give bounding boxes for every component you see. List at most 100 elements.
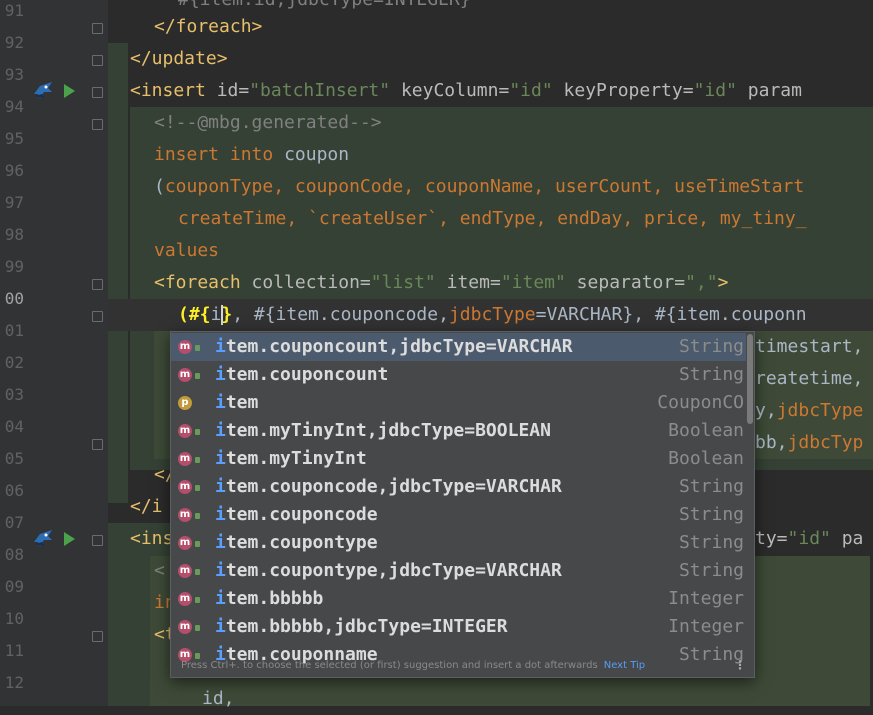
code-line[interactable]: y,jdbcType: [755, 395, 873, 427]
method-icon: m: [178, 508, 192, 522]
completion-label-rest: tem.myTinyInt,jdbcType=BOOLEAN: [225, 420, 551, 441]
completion-item[interactable]: m item.bbbbb Integer: [171, 585, 746, 613]
code-line[interactable]: </update>: [130, 43, 873, 75]
footer-hint: Press Ctrl+. to choose the selected (or …: [181, 660, 598, 671]
completion-item[interactable]: m item.bbbbb,jdbcType=INTEGER Integer: [171, 613, 746, 641]
line-number: 05: [4, 449, 24, 468]
method-icon: m: [178, 452, 192, 466]
completion-label-rest: tem.myTinyInt: [225, 448, 367, 469]
completion-item[interactable]: m item.couponcode,jdbcType=VARCHAR String: [171, 473, 746, 501]
code-line[interactable]: bb,jdbcTyp: [755, 427, 873, 459]
completion-match: i: [215, 560, 226, 581]
code-line[interactable]: <foreach collection="list" item="item" s…: [154, 267, 873, 299]
completion-item[interactable]: m item.coupontype String: [171, 529, 746, 557]
code-text: item=: [435, 272, 501, 293]
popup-scrollbar[interactable]: [747, 334, 753, 424]
completion-item[interactable]: m item.myTinyInt,jdbcType=BOOLEAN Boolean: [171, 417, 746, 445]
completion-match: i: [215, 392, 226, 413]
completion-label: item.bbbbb: [215, 585, 323, 613]
completion-item[interactable]: m item.coupontype,jdbcType=VARCHAR String: [171, 557, 746, 585]
code-line[interactable]: ty="id" pa: [755, 523, 873, 555]
code-line[interactable]: <ins: [130, 523, 173, 555]
block-highlight: [108, 43, 128, 503]
completion-item[interactable]: m item.myTinyInt Boolean: [171, 445, 746, 473]
popup-menu-icon[interactable]: ⋮: [734, 654, 746, 677]
code-line[interactable]: <: [154, 555, 170, 587]
code-text: jdbcType: [776, 400, 864, 421]
fold-marker[interactable]: [92, 535, 103, 546]
code-line[interactable]: values: [154, 235, 873, 267]
completion-label-rest: tem.bbbbb: [225, 588, 324, 609]
code-line[interactable]: (couponType, couponCode, couponName, use…: [154, 171, 873, 203]
mybatis-bird-icon[interactable]: [32, 80, 54, 102]
visibility-icon: [195, 541, 200, 547]
completion-item[interactable]: m item.couponcount String: [171, 361, 746, 389]
line-number: 10: [4, 609, 24, 628]
completion-item[interactable]: m item.couponcode String: [171, 501, 746, 529]
completion-label-rest: tem.couponcount,jdbcType=VARCHAR: [225, 336, 573, 357]
line-number: 97: [4, 193, 24, 212]
completion-match: i: [215, 448, 226, 469]
fold-marker[interactable]: [92, 631, 103, 642]
code-text: into: [229, 144, 274, 165]
line-number: 00: [4, 289, 24, 308]
code-text: , #{item.couponcode,: [232, 304, 449, 325]
completion-type: String: [678, 504, 744, 525]
completion-type: String: [678, 336, 744, 357]
completion-type: String: [678, 476, 744, 497]
completion-match: i: [215, 476, 226, 497]
visibility-icon: [195, 513, 200, 519]
code-text: bb,: [755, 432, 788, 453]
completion-type: Integer: [668, 616, 744, 637]
code-text: =VARCHAR}, #{item.couponn: [535, 304, 807, 325]
code-line[interactable]: in: [154, 587, 176, 619]
completion-type: String: [678, 532, 744, 553]
code-line[interactable]: id,: [202, 683, 302, 715]
line-number: 92: [4, 33, 24, 52]
completion-item[interactable]: m item.couponcount,jdbcType=VARCHAR String: [171, 333, 746, 361]
fold-marker[interactable]: [92, 311, 103, 322]
code-text: param: [736, 80, 802, 101]
completion-label-rest: tem.bbbbb,jdbcType=INTEGER: [225, 616, 508, 637]
fold-marker[interactable]: [92, 279, 103, 290]
code-line[interactable]: </i: [130, 491, 170, 523]
code-text: "id": [787, 528, 831, 549]
completion-label: item.myTinyInt: [215, 445, 367, 473]
visibility-icon: [195, 485, 200, 491]
code-line[interactable]: <t: [154, 619, 176, 651]
fold-marker[interactable]: [92, 87, 103, 98]
code-line[interactable]: createTime, `createUser`, endType, endDa…: [178, 203, 873, 235]
run-icon-2[interactable]: [64, 532, 75, 546]
visibility-icon: [195, 597, 200, 603]
code-line[interactable]: insert into coupon: [154, 139, 873, 171]
code-text: collection=: [240, 272, 371, 293]
completion-item[interactable]: p item CouponCO: [171, 389, 746, 417]
method-icon: m: [178, 340, 192, 354]
method-icon: m: [178, 564, 192, 578]
code-line[interactable]: <insert id="batchInsert" keyColumn="id" …: [130, 75, 873, 107]
fold-marker[interactable]: [92, 55, 103, 66]
completion-label-rest: tem.couponcode: [225, 504, 378, 525]
code-text: (: [154, 176, 165, 197]
code-completion-popup[interactable]: m i tem.couponcount,jdbcType=VARCHAR String…: [170, 331, 755, 678]
next-tip-link[interactable]: Next Tip: [604, 660, 645, 671]
code-line[interactable]: <!--@mbg.generated-->: [154, 107, 873, 139]
code-line[interactable]: </foreach>: [154, 11, 873, 43]
mybatis-bird-icon-2[interactable]: [32, 528, 54, 550]
line-number: 93: [4, 65, 24, 84]
current-code-line[interactable]: (#{i}, #{item.couponcode,jdbcType=VARCHA…: [108, 299, 873, 331]
code-line[interactable]: </: [154, 459, 176, 491]
line-number: 01: [4, 321, 24, 340]
completion-label-rest: tem: [225, 392, 259, 413]
method-icon: m: [178, 592, 192, 606]
code-line[interactable]: timestart,: [755, 331, 873, 363]
fold-marker[interactable]: [92, 119, 103, 130]
code-text: couponType, couponCode, couponName, user…: [164, 176, 805, 197]
fold-marker[interactable]: [92, 23, 103, 34]
method-icon: m: [178, 536, 192, 550]
completion-label: item.bbbbb,jdbcType=INTEGER: [215, 613, 508, 641]
run-icon[interactable]: [64, 84, 75, 98]
fold-marker[interactable]: [92, 439, 103, 450]
code-line[interactable]: reatetime,: [755, 363, 873, 395]
